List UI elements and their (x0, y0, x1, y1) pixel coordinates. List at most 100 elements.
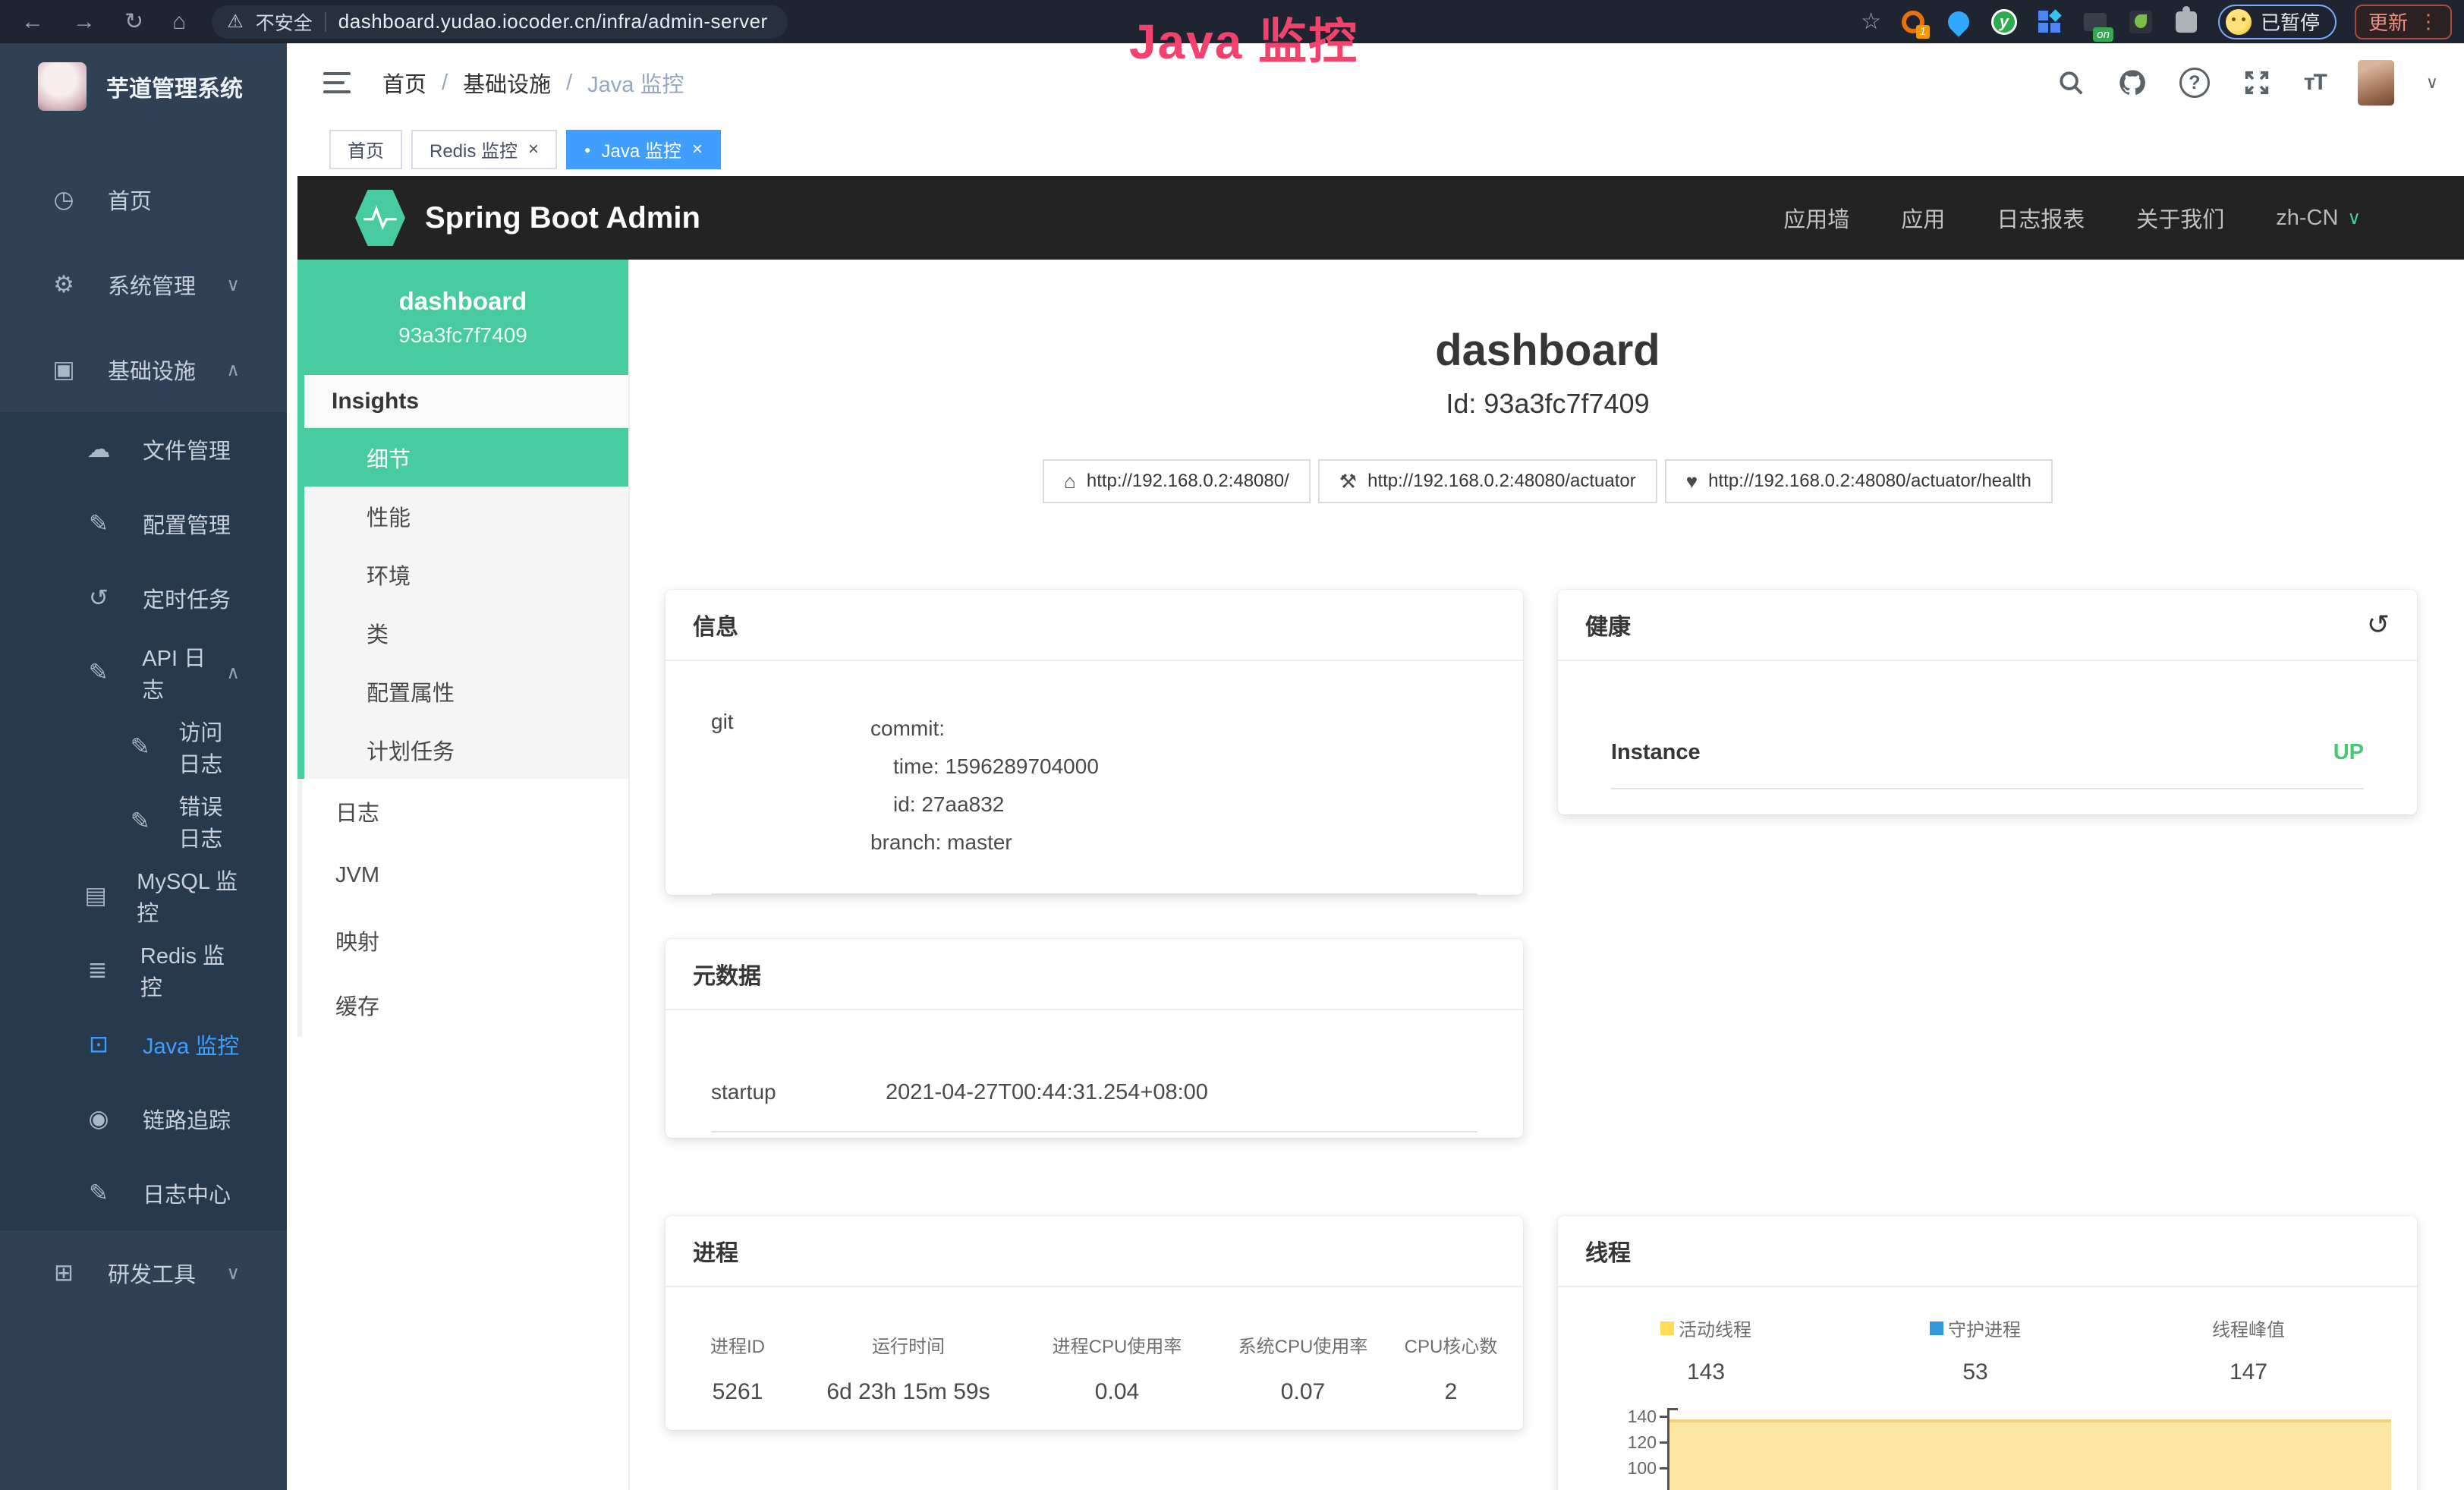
insights-item-configprops[interactable]: 配置属性 (304, 662, 628, 720)
app-logo-row[interactable]: 芋道管理系统 (0, 43, 287, 130)
browser-home-icon[interactable]: ⌂ (172, 9, 186, 35)
tab-label: Redis 监控 (430, 136, 518, 162)
security-label[interactable]: 不安全 (256, 8, 313, 36)
sidebar-item[interactable]: ◉ 链路追踪 (0, 1082, 287, 1156)
breadcrumb-separator: / (566, 71, 572, 96)
insights-item-environment[interactable]: 环境 (304, 545, 628, 603)
chevron-icon: ∧ (226, 662, 240, 684)
health-instance-label: Instance (1611, 740, 1701, 765)
menu-icon: ✎ (127, 733, 153, 761)
sba-item-logfile[interactable]: 日志 (297, 779, 628, 843)
sba-item-jvm[interactable]: JVM (297, 843, 628, 908)
instance-header[interactable]: dashboard 93a3fc7f7409 (297, 260, 628, 375)
tab-label: 首页 (348, 136, 384, 162)
browser-menu-icon[interactable]: ⋮ (2418, 10, 2438, 33)
tab-java-monitor[interactable]: ● Java 监控 × (566, 130, 721, 169)
extension-orange-icon[interactable]: 1 (1899, 8, 1927, 36)
fullscreen-icon[interactable] (2242, 68, 2272, 98)
tab-redis-monitor[interactable]: Redis 监控 × (411, 130, 557, 169)
sba-nav-about[interactable]: 关于我们 (2136, 202, 2224, 234)
sidebar-item-label: 日志中心 (143, 1177, 231, 1209)
sidebar-item[interactable]: ▤ MySQL 监控 (0, 858, 287, 933)
sidebar-item[interactable]: ✎ 日志中心 (0, 1156, 287, 1230)
address-bar[interactable]: ⚠ 不安全 dashboard.yudao.iocoder.cn/infra/a… (212, 5, 787, 39)
url-text[interactable]: dashboard.yudao.iocoder.cn/infra/admin-s… (338, 10, 768, 33)
profile-paused-pill[interactable]: 已暂停 (2218, 5, 2337, 39)
browser-back-icon[interactable]: ← (21, 9, 44, 35)
extensions-puzzle-icon[interactable] (2173, 8, 2200, 36)
browser-forward-icon[interactable]: → (73, 9, 96, 35)
sba-nav-applications[interactable]: 应用 (1901, 202, 1945, 234)
close-icon[interactable]: × (692, 139, 703, 160)
history-icon[interactable]: ↺ (2367, 609, 2390, 641)
tab-home[interactable]: 首页 (329, 130, 402, 169)
user-avatar[interactable] (2358, 60, 2394, 106)
sidebar-item[interactable]: ↺ 定时任务 (0, 561, 287, 635)
browser-update-button[interactable]: 更新 ⋮ (2355, 5, 2452, 39)
bookmark-star-icon[interactable]: ☆ (1861, 8, 1881, 35)
url-divider (325, 12, 326, 32)
health-url-button[interactable]: ♥ http://192.168.0.2:48080/actuator/heal… (1665, 459, 2053, 503)
extension-y-icon[interactable]: y (1990, 8, 2018, 36)
sidebar-item[interactable]: ≣ Redis 监控 (0, 933, 287, 1007)
sidebar-item[interactable]: ◷ 首页 (0, 157, 287, 242)
extension-pin-icon[interactable] (1945, 8, 1972, 36)
extension-leaf-icon[interactable] (2127, 8, 2154, 36)
page-instance-id: Id: 93a3fc7f7409 (631, 388, 2464, 420)
font-size-icon[interactable]: тT (2304, 70, 2326, 96)
breadcrumb-infra[interactable]: 基础设施 (463, 67, 551, 99)
sidebar-item[interactable]: ⊡ Java 监控 (0, 1007, 287, 1082)
menu-icon: ✎ (80, 510, 117, 537)
sba-nav-journal[interactable]: 日志报表 (1997, 202, 2085, 234)
emoji-face-icon (2226, 9, 2252, 35)
sba-item-mappings[interactable]: 映射 (297, 908, 628, 972)
sba-nav-wallboard[interactable]: 应用墙 (1783, 202, 1849, 234)
menu-icon: ▤ (80, 882, 111, 909)
insights-item-details[interactable]: 细节 (304, 428, 628, 487)
github-icon[interactable] (2117, 68, 2148, 98)
sidebar-item-label: 链路追踪 (143, 1103, 231, 1135)
hamburger-icon[interactable] (323, 72, 351, 93)
insights-item-classes[interactable]: 类 (304, 603, 628, 662)
insights-item-metrics[interactable]: 性能 (304, 487, 628, 545)
wrench-icon: ⚒ (1339, 470, 1357, 493)
sidebar-item[interactable]: ⊞ 研发工具 ∨ (0, 1230, 287, 1315)
heartbeat-icon: ♥ (1686, 470, 1698, 493)
sidebar-item[interactable]: ✎ 访问日志 (0, 710, 287, 784)
card-health-title: 健康 (1585, 608, 1631, 641)
sidebar-item[interactable]: ⚙ 系统管理 ∨ (0, 242, 287, 327)
card-threads-title: 线程 (1585, 1234, 1631, 1268)
live-threads-swatch (1660, 1321, 1674, 1335)
help-icon[interactable]: ? (2179, 68, 2210, 98)
menu-icon: ☁ (80, 436, 117, 463)
search-icon[interactable] (2056, 68, 2085, 97)
user-caret-icon[interactable]: ∨ (2426, 73, 2438, 93)
breadcrumb-home[interactable]: 首页 (382, 67, 426, 99)
process-col-uptime: 运行时间 (795, 1331, 1022, 1358)
extension-on-icon[interactable]: on (2082, 8, 2109, 36)
locale-label: zh-CN (2276, 206, 2338, 231)
actuator-url-button[interactable]: ⚒ http://192.168.0.2:48080/actuator (1318, 459, 1657, 503)
sidebar-item[interactable]: ✎ API 日志 ∧ (0, 635, 287, 710)
page-title: dashboard (631, 325, 2464, 376)
sidebar-item-label: 系统管理 (108, 269, 196, 301)
sidebar-item[interactable]: ☁ 文件管理 (0, 412, 287, 487)
sba-locale-select[interactable]: zh-CN ∨ (2276, 206, 2361, 231)
sidebar-item[interactable]: ▣ 基础设施 ∧ (0, 327, 287, 412)
sidebar-item-label: Java 监控 (143, 1029, 239, 1060)
sidebar-item[interactable]: ✎ 错误日志 (0, 784, 287, 858)
process-col-cores: CPU核心数 (1394, 1331, 1508, 1358)
sba-logo-icon[interactable] (355, 190, 405, 246)
sidebar-item[interactable]: ✎ 配置管理 (0, 487, 287, 561)
process-syscpu-value: 0.07 (1212, 1379, 1394, 1405)
menu-icon: ⚙ (46, 271, 82, 298)
extension-grid-icon[interactable] (2036, 8, 2063, 36)
breadcrumb-current: Java 监控 (587, 67, 684, 99)
service-url-button[interactable]: ⌂ http://192.168.0.2:48080/ (1043, 459, 1311, 503)
insights-item-scheduledtasks[interactable]: 计划任务 (304, 720, 628, 779)
close-icon[interactable]: × (528, 139, 539, 160)
browser-reload-icon[interactable]: ↻ (124, 8, 143, 35)
sidebar-item-label: 错误日志 (178, 789, 240, 853)
sba-item-caches[interactable]: 缓存 (297, 972, 628, 1037)
sba-brand-title[interactable]: Spring Boot Admin (425, 201, 700, 235)
